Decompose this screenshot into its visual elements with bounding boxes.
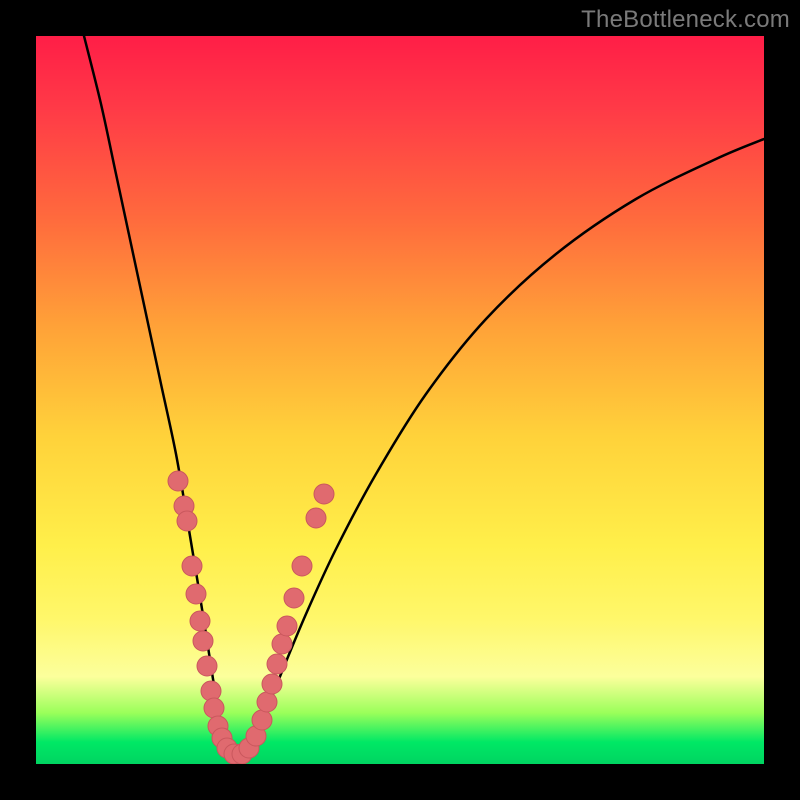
highlight-dot bbox=[197, 656, 217, 676]
highlight-dot bbox=[267, 654, 287, 674]
highlight-dot bbox=[186, 584, 206, 604]
bottleneck-curve bbox=[84, 36, 764, 759]
plot-area bbox=[36, 36, 764, 764]
highlight-dot bbox=[168, 471, 188, 491]
highlight-dot bbox=[257, 692, 277, 712]
highlight-dots bbox=[168, 471, 334, 764]
highlight-dot bbox=[262, 674, 282, 694]
highlight-dot bbox=[277, 616, 297, 636]
highlight-dot bbox=[292, 556, 312, 576]
highlight-dot bbox=[190, 611, 210, 631]
chart-svg bbox=[36, 36, 764, 764]
highlight-dot bbox=[193, 631, 213, 651]
highlight-dot bbox=[314, 484, 334, 504]
highlight-dot bbox=[204, 698, 224, 718]
watermark-text: TheBottleneck.com bbox=[581, 6, 790, 34]
highlight-dot bbox=[272, 634, 292, 654]
highlight-dot bbox=[306, 508, 326, 528]
highlight-dot bbox=[177, 511, 197, 531]
chart-frame: TheBottleneck.com bbox=[0, 0, 800, 800]
highlight-dot bbox=[182, 556, 202, 576]
highlight-dot bbox=[252, 710, 272, 730]
highlight-dot bbox=[284, 588, 304, 608]
